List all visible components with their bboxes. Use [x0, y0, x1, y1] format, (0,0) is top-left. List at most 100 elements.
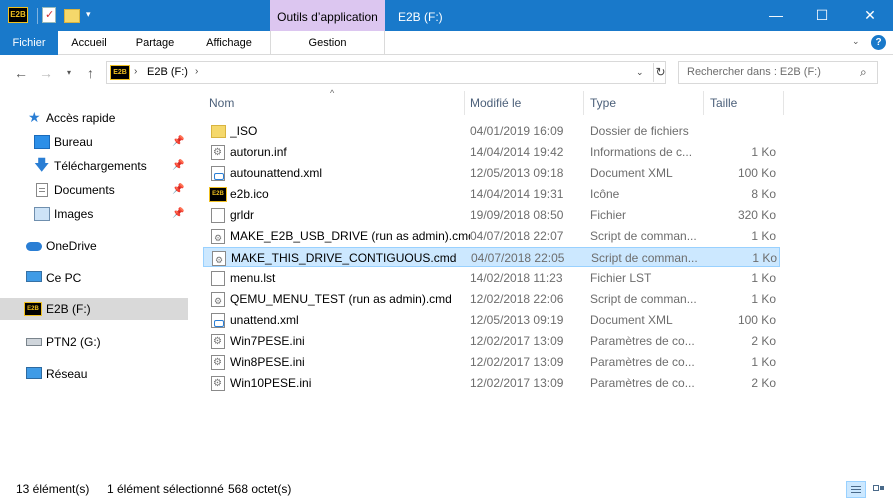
tab-manage[interactable]: Gestion [270, 31, 385, 55]
file-row[interactable]: autorun.inf 14/04/2014 19:42 Information… [203, 142, 780, 163]
file-row[interactable]: QEMU_MENU_TEST (run as admin).cmd 12/02/… [203, 289, 780, 311]
status-bar: 13 élément(s) 1 élément sélectionné 568 … [0, 478, 893, 501]
file-row[interactable]: E2B e2b.ico 14/04/2014 19:31 Icône 8 Ko [203, 184, 780, 204]
column-divider[interactable] [703, 91, 704, 115]
file-row[interactable]: MAKE_E2B_USB_DRIVE (run as admin).cmd 04… [203, 226, 780, 248]
file-date: 12/05/2013 09:19 [470, 313, 564, 327]
column-divider[interactable] [783, 91, 784, 115]
file-row[interactable]: Win7PESE.ini 12/02/2017 13:09 Paramètres… [203, 331, 780, 352]
selection-count: 1 élément sélectionné [107, 482, 224, 496]
app-tools-contextual-tab[interactable]: Outils d’application [270, 0, 385, 31]
tab-home[interactable]: Accueil [58, 31, 120, 55]
pin-icon[interactable]: 📌 [172, 155, 184, 177]
recent-locations-icon[interactable]: ▾ [67, 68, 71, 77]
sidebar-item-downloads[interactable]: 🡇 Téléchargements 📌 [0, 155, 188, 177]
file-row[interactable]: Win10PESE.ini 12/02/2017 13:09 Paramètre… [203, 373, 780, 394]
file-type: Informations de c... [590, 145, 693, 159]
properties-icon[interactable] [42, 7, 56, 23]
close-button[interactable]: ✕ [847, 0, 893, 31]
address-bar[interactable]: E2B › E2B (F:) › ⌄ ↻ [106, 61, 666, 84]
cmd-file-icon [211, 291, 225, 311]
file-row[interactable]: Win8PESE.ini 12/02/2017 13:09 Paramètres… [203, 352, 780, 373]
file-type: Paramètres de co... [590, 376, 695, 390]
title-bar: E2B ▾ Outils d’application E2B (F:) — ☐ … [0, 0, 893, 31]
column-divider[interactable] [464, 91, 465, 115]
file-type: Fichier LST [590, 271, 652, 285]
column-header-name[interactable]: Nom [209, 91, 464, 115]
file-date: 12/02/2017 13:09 [470, 376, 564, 390]
sidebar-item-documents[interactable]: Documents 📌 [0, 179, 188, 201]
sidebar-item-pictures[interactable]: Images 📌 [0, 203, 188, 225]
app-icon[interactable]: E2B [8, 7, 28, 23]
file-row[interactable]: autounattend.xml 12/05/2013 09:18 Docume… [203, 163, 780, 183]
file-date: 12/02/2018 22:06 [470, 292, 564, 306]
e2b-drive-icon: E2B [24, 302, 42, 316]
file-size: 1 Ko [751, 292, 776, 306]
file-name: MAKE_THIS_DRIVE_CONTIGUOUS.cmd [231, 251, 457, 265]
file-type: Script de comman... [590, 292, 697, 306]
minimize-button[interactable]: — [753, 0, 799, 31]
search-icon[interactable]: ⌕ [860, 65, 867, 80]
expand-ribbon-icon[interactable]: ⌄ [852, 36, 860, 47]
up-arrow-icon[interactable]: ↑ [87, 65, 94, 81]
sidebar-item-label: Téléchargements [54, 159, 147, 173]
breadcrumb-chevron-icon[interactable]: › [195, 66, 198, 77]
address-history-dropdown-icon[interactable]: ⌄ [636, 67, 644, 78]
tab-view[interactable]: Affichage [190, 31, 268, 55]
file-size: 100 Ko [737, 313, 776, 327]
file-date: 04/07/2018 22:05 [471, 251, 565, 265]
download-icon: 🡇 [34, 157, 50, 174]
file-row[interactable]: unattend.xml 12/05/2013 09:19 Document X… [203, 310, 780, 330]
sidebar-item-label: Images [54, 207, 94, 221]
file-type: Script de comman... [590, 229, 697, 243]
file-date: 14/04/2014 19:31 [470, 187, 564, 201]
column-header-type[interactable]: Type [590, 91, 700, 115]
customize-toolbar-icon[interactable]: ▾ [86, 9, 91, 20]
large-icons-view-icon[interactable] [869, 481, 889, 498]
search-input[interactable]: Rechercher dans : E2B (F:) ⌕ [678, 61, 878, 84]
file-icon [211, 208, 225, 223]
forward-arrow-icon[interactable]: → [39, 65, 53, 81]
ico-file-icon: E2B [209, 187, 227, 202]
file-size: 1 Ko [751, 355, 776, 369]
pc-icon [26, 271, 42, 282]
pin-icon[interactable]: 📌 [172, 131, 184, 153]
refresh-icon[interactable]: ↻ [653, 63, 667, 82]
column-header-size[interactable]: Taille [710, 91, 780, 115]
sidebar-item-ptn2-drive[interactable]: PTN2 (G:) [0, 331, 188, 353]
documents-icon [36, 183, 48, 197]
settings-file-icon [211, 374, 225, 394]
tab-file[interactable]: Fichier [0, 31, 58, 55]
column-divider[interactable] [583, 91, 584, 115]
sidebar-item-quick-access[interactable]: ★ Accès rapide [0, 107, 188, 129]
file-row[interactable]: grldr 19/09/2018 08:50 Fichier 320 Ko [203, 205, 780, 225]
pin-icon[interactable]: 📌 [172, 179, 184, 201]
sidebar-item-onedrive[interactable]: OneDrive [0, 235, 188, 257]
e2b-drive-icon: E2B [110, 65, 130, 80]
breadcrumb-chevron-icon[interactable]: › [134, 66, 137, 77]
pin-icon[interactable]: 📌 [172, 203, 184, 225]
network-icon [26, 367, 42, 379]
file-row[interactable]: menu.lst 14/02/2018 11:23 Fichier LST 1 … [203, 268, 780, 288]
details-view-icon[interactable] [846, 481, 866, 498]
cmd-file-icon [212, 250, 226, 270]
sidebar-item-network[interactable]: Réseau [0, 363, 188, 385]
help-icon[interactable]: ? [871, 35, 886, 50]
settings-file-icon [211, 143, 225, 163]
maximize-button[interactable]: ☐ [799, 0, 845, 31]
onedrive-icon [26, 242, 42, 251]
tab-share[interactable]: Partage [120, 31, 190, 55]
file-type: Paramètres de co... [590, 334, 695, 348]
column-header-modified[interactable]: Modifié le [470, 91, 580, 115]
new-folder-icon[interactable] [64, 9, 80, 23]
desktop-icon [34, 135, 50, 149]
sidebar-item-e2b-drive[interactable]: E2B E2B (F:) [0, 298, 188, 320]
sidebar-item-desktop[interactable]: Bureau 📌 [0, 131, 188, 153]
file-row-selected[interactable]: MAKE_THIS_DRIVE_CONTIGUOUS.cmd 04/07/201… [203, 247, 780, 270]
file-name: e2b.ico [230, 187, 269, 201]
sidebar-item-this-pc[interactable]: Ce PC [0, 267, 188, 289]
sidebar-item-label: OneDrive [46, 239, 97, 253]
file-row[interactable]: _ISO 04/01/2019 16:09 Dossier de fichier… [203, 121, 780, 141]
back-arrow-icon[interactable]: ← [14, 65, 28, 81]
breadcrumb-e2b-drive[interactable]: E2B (F:) [147, 66, 188, 78]
